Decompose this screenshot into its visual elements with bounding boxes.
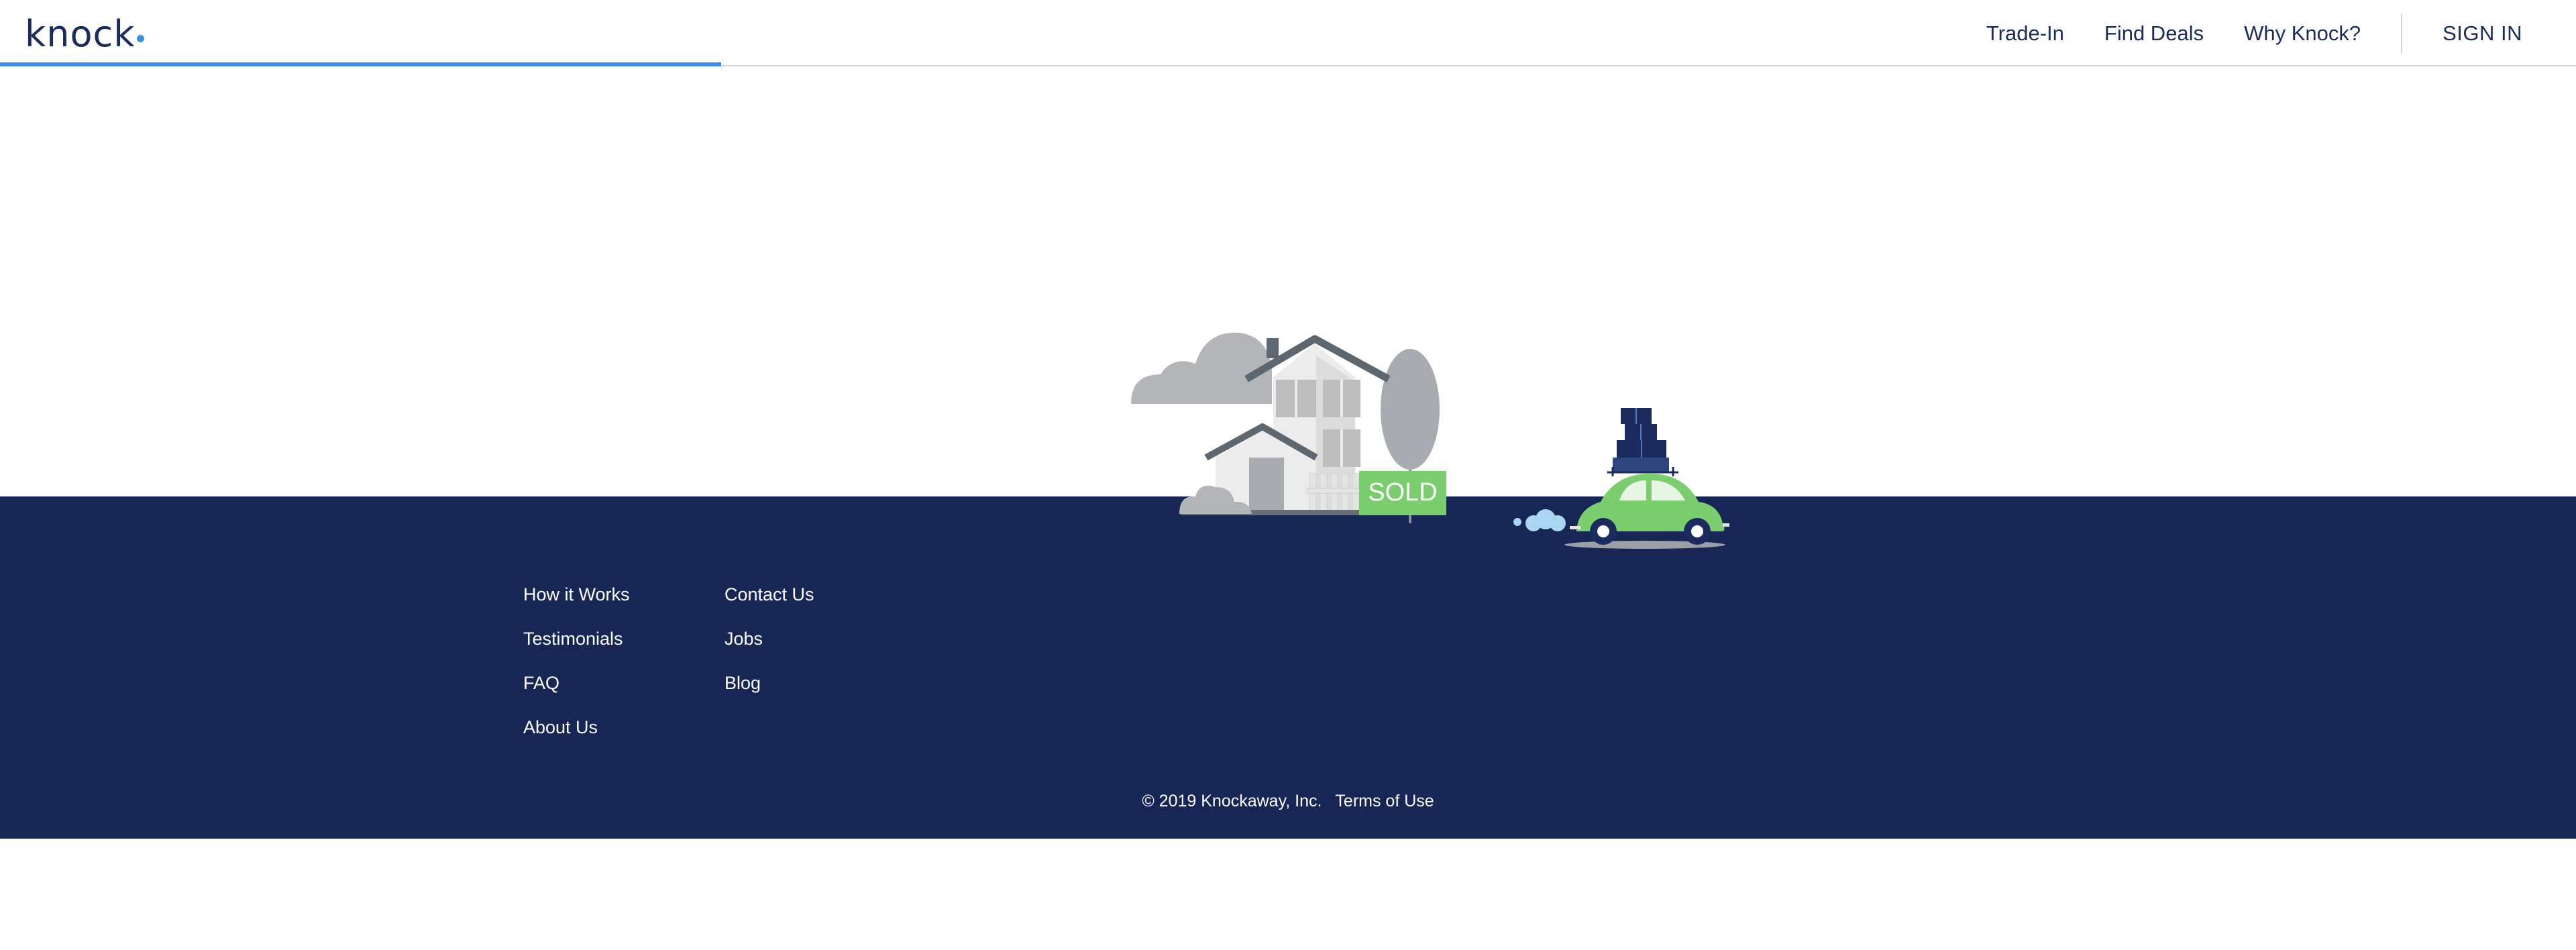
exhaust-cloud-icon	[1513, 509, 1566, 531]
main-nav: Trade-In Find Deals Why Knock? SIGN IN	[1986, 0, 2576, 66]
footer-link-faq[interactable]: FAQ	[523, 671, 630, 715]
footer-link-about-us[interactable]: About Us	[523, 715, 630, 759]
terms-of-use-link[interactable]: Terms of Use	[1335, 792, 1434, 810]
footer-legal: © 2019 Knockaway, Inc. Terms of Use	[0, 792, 2576, 811]
moving-house-illustration: SOLD	[1131, 332, 1729, 549]
footer-link-how-it-works[interactable]: How it Works	[523, 582, 630, 627]
nav-divider	[2401, 13, 2403, 54]
sign-in-link[interactable]: SIGN IN	[2443, 21, 2522, 46]
copyright-text: © 2019 Knockaway, Inc.	[1142, 792, 1322, 810]
sold-sign-icon: SOLD	[1359, 471, 1446, 515]
site-header: knock Trade-In Find Deals Why Knock? SIG…	[0, 0, 2576, 66]
logo-dot-icon	[136, 34, 144, 42]
footer-link-jobs[interactable]: Jobs	[724, 627, 814, 671]
nav-trade-in-link[interactable]: Trade-In	[1986, 21, 2064, 46]
footer-column-2: Contact Us Jobs Blog	[724, 582, 814, 715]
nav-find-deals-link[interactable]: Find Deals	[2104, 21, 2204, 46]
sold-sign-text: SOLD	[1368, 478, 1437, 507]
page-load-progress-bar	[0, 62, 722, 66]
footer-link-contact-us[interactable]: Contact Us	[724, 582, 814, 627]
logo-text: knock	[25, 12, 136, 55]
nav-why-knock-link[interactable]: Why Knock?	[2244, 21, 2361, 46]
footer-column-1: How it Works Testimonials FAQ About Us	[523, 582, 630, 759]
knock-logo[interactable]: knock	[25, 12, 144, 55]
car-icon	[1564, 408, 1729, 549]
footer-link-testimonials[interactable]: Testimonials	[523, 627, 630, 671]
footer-link-blog[interactable]: Blog	[724, 671, 814, 715]
cloud-icon	[1131, 332, 1272, 404]
